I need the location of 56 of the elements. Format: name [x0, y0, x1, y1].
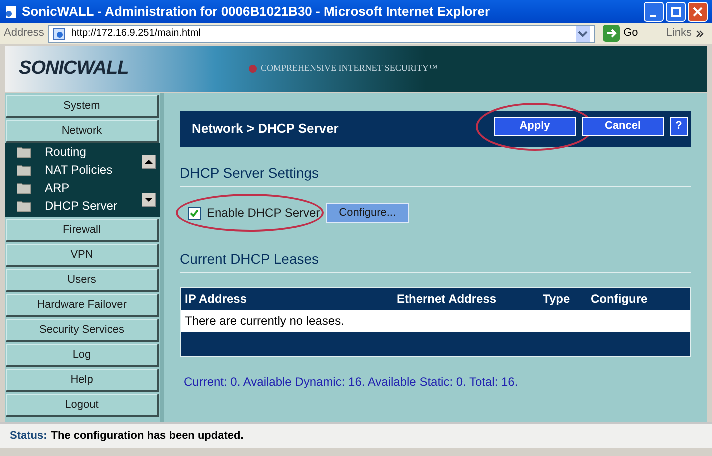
page-icon	[4, 4, 18, 18]
status-label: Status:	[10, 428, 48, 444]
window-title: SonicWALL - Administration for 0006B1021B30 - Microsoft Internet Explorer	[22, 2, 490, 21]
nav-button[interactable]: VPN	[6, 244, 159, 267]
section-heading: DHCP Server Settings	[180, 163, 691, 187]
column-header: Type	[543, 291, 572, 308]
column-header: Configure	[591, 291, 649, 308]
header-button[interactable]: Cancel	[582, 116, 664, 136]
configure-button[interactable]: Configure...	[326, 203, 410, 223]
header-button[interactable]: ?	[670, 116, 688, 136]
nav-button[interactable]: Help	[6, 369, 159, 392]
maximize-icon	[671, 6, 681, 16]
status-message: The configuration has been updated.	[51, 428, 244, 444]
maximize-button[interactable]	[666, 2, 686, 22]
column-header: IP Address	[185, 291, 248, 308]
address-field[interactable]: http://172.16.9.251/main.html	[48, 24, 595, 42]
nav-button[interactable]: Hardware Failover	[6, 294, 159, 317]
page-icon	[53, 26, 68, 40]
folder-icon	[17, 200, 31, 212]
checkbox-label: Enable DHCP Server	[207, 205, 320, 222]
submenu-item[interactable]: Routing	[17, 143, 160, 161]
nav-button[interactable]: System	[6, 95, 159, 118]
address-label: Address	[4, 26, 44, 42]
nav-button[interactable]: Users	[6, 269, 159, 292]
banner-tagline: COMPREHENSIVE INTERNET SECURITY™	[261, 62, 438, 76]
folder-icon	[17, 146, 31, 158]
submenu-item[interactable]: NAT Policies	[17, 161, 160, 179]
submenu-item[interactable]: DHCP Server	[17, 197, 160, 215]
empty-message: There are currently no leases.	[185, 313, 344, 330]
checkbox[interactable]	[188, 206, 201, 220]
dropdown-icon[interactable]	[576, 26, 590, 42]
minimize-button[interactable]	[644, 2, 664, 22]
scroll-down-icon[interactable]	[142, 193, 156, 207]
minimize-icon	[650, 14, 656, 16]
nav-button[interactable]: Log	[6, 344, 159, 367]
nav-button[interactable]: Security Services	[6, 319, 159, 342]
folder-icon	[17, 164, 31, 176]
chevron-icon[interactable]	[696, 30, 704, 38]
go-button[interactable]: Go	[598, 25, 642, 42]
submenu-item[interactable]: ARP	[17, 179, 160, 197]
url-text: http://172.16.9.251/main.html	[71, 27, 201, 41]
nav-button[interactable]: Network	[6, 120, 159, 143]
folder-icon	[17, 182, 31, 194]
bullet-icon	[249, 65, 257, 73]
close-button[interactable]	[688, 2, 708, 22]
sonicwall-logo: SONICWALL	[19, 56, 130, 81]
header-button[interactable]: Apply	[494, 116, 576, 136]
links-label[interactable]: Links	[666, 25, 692, 42]
nav-button[interactable]: Logout	[6, 394, 159, 417]
nav-button[interactable]: Firewall	[6, 219, 159, 242]
lease-summary: Current: 0. Available Dynamic: 16. Available Static: 0. Total: 16.	[183, 374, 520, 391]
section-heading: Current DHCP Leases	[180, 249, 691, 273]
page-title: Network > DHCP Server	[192, 120, 339, 138]
column-header: Ethernet Address	[397, 291, 498, 308]
scroll-up-icon[interactable]	[142, 155, 156, 169]
close-icon	[693, 6, 703, 16]
